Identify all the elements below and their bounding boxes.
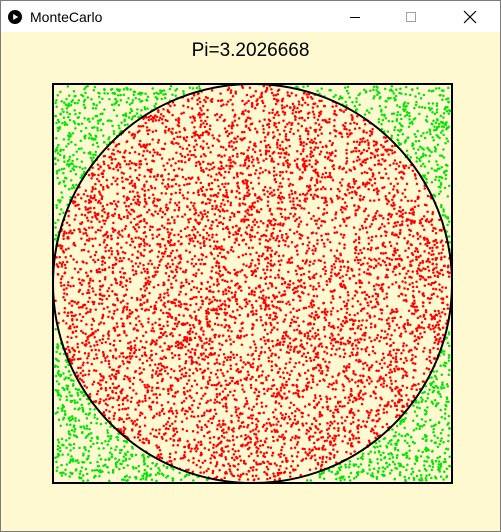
- minimize-button[interactable]: [332, 1, 378, 32]
- title-bar[interactable]: MonteCarlo: [1, 1, 500, 32]
- simulation-canvas: Pi=3.2026668: [1, 32, 500, 531]
- monte-carlo-plot: [52, 83, 453, 484]
- maximize-button[interactable]: [388, 1, 434, 32]
- close-button[interactable]: [447, 1, 493, 32]
- play-circle-icon: [8, 10, 22, 24]
- minimize-icon: [350, 16, 360, 18]
- window-title: MonteCarlo: [30, 9, 103, 25]
- app-window: MonteCarlo Pi=3.2026668: [0, 0, 501, 532]
- sample-points: [53, 84, 452, 483]
- pi-estimate-label: Pi=3.2026668: [191, 40, 310, 61]
- close-icon: [463, 10, 477, 23]
- maximize-icon: [406, 11, 416, 22]
